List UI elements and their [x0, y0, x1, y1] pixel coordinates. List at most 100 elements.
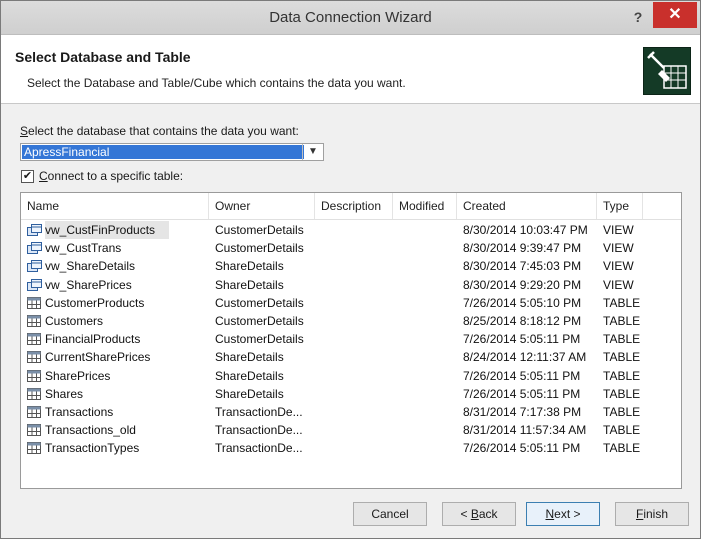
cell-modified [399, 439, 457, 457]
cell-type: VIEW [603, 241, 634, 256]
cell-modified [399, 385, 457, 403]
table-row[interactable]: vw_CustTrans CustomerDetails 8/30/2014 9:3… [21, 239, 681, 257]
cell-description [321, 385, 393, 403]
cell-created: 7/26/2014 5:05:11 PM [463, 386, 581, 401]
cell-created: 7/26/2014 5:05:11 PM [463, 332, 581, 347]
cell-name: TransactionTypes [45, 441, 140, 456]
cell-type: TABLE [603, 368, 641, 383]
specific-table-checkbox[interactable]: ✔ [21, 170, 34, 183]
help-button[interactable]: ? [625, 5, 651, 29]
close-button[interactable]: ✕ [653, 2, 697, 28]
column-header-name[interactable]: Name [21, 193, 209, 219]
cell-description [321, 421, 393, 439]
cell-modified [399, 403, 457, 421]
page-description: Select the Database and Table/Cube which… [27, 76, 406, 90]
table-row-view-icon [27, 242, 42, 255]
cell-created: 8/31/2014 7:17:38 PM [463, 405, 582, 419]
cell-type: VIEW [603, 277, 634, 292]
cell-modified [399, 348, 457, 366]
cell-owner: ShareDetails [215, 368, 284, 383]
table-row[interactable]: vw_CustFinProducts CustomerDetails 8/30/20… [21, 221, 681, 239]
table-row[interactable]: Transactions TransactionDe... 8/31/2014 7:… [21, 403, 681, 421]
database-select[interactable]: ApressFinancial ▼ [20, 143, 324, 161]
column-header-modified[interactable]: Modified [393, 193, 457, 219]
cell-description [321, 348, 393, 366]
cell-description [321, 221, 393, 239]
database-connection-icon [643, 47, 691, 95]
cell-created: 7/26/2014 5:05:11 PM [463, 441, 581, 456]
cell-created: 8/30/2014 9:29:20 PM [463, 277, 582, 292]
cell-description [321, 367, 393, 385]
cell-owner: ShareDetails [215, 277, 284, 292]
cell-type: TABLE [603, 295, 641, 310]
cell-created: 8/31/2014 11:57:34 AM [463, 423, 587, 438]
finish-button[interactable]: Finish [615, 502, 689, 526]
cell-type: VIEW [603, 223, 634, 237]
cell-owner: ShareDetails [215, 386, 284, 401]
cell-type: TABLE [603, 405, 641, 419]
cell-type: TABLE [603, 423, 641, 438]
title-bar[interactable]: Data Connection Wizard ? ✕ [1, 1, 700, 35]
table-row-table-icon [27, 387, 41, 400]
cell-name: vw_ShareDetails [45, 259, 136, 274]
cell-modified [399, 257, 457, 275]
table-row-view-icon [27, 224, 42, 236]
table-row-table-icon [27, 369, 41, 382]
cell-owner: CustomerDetails [215, 314, 304, 328]
cell-description [321, 330, 393, 348]
cell-name: vw_SharePrices [45, 277, 132, 292]
cell-name: Shares [45, 386, 84, 401]
cell-created: 7/26/2014 5:05:11 PM [463, 368, 581, 383]
cell-created: 8/24/2014 12:11:37 AM [463, 350, 587, 365]
cell-description [321, 294, 393, 312]
cell-description [321, 276, 393, 294]
cell-modified [399, 312, 457, 330]
cell-type: TABLE [603, 332, 641, 347]
table-row-table-icon [27, 315, 41, 327]
table-row[interactable]: Transactions_old TransactionDe... 8/31/201… [21, 421, 681, 439]
cell-owner: TransactionDe... [215, 423, 303, 438]
data-connection-wizard-window: Data Connection Wizard ? ✕ Select Databa… [0, 0, 701, 539]
cell-type: VIEW [603, 259, 634, 274]
table-row[interactable]: vw_SharePrices ShareDetails 8/30/2014 9:29… [21, 276, 681, 294]
cell-description [321, 312, 393, 330]
cell-modified [399, 421, 457, 439]
back-button[interactable]: < Back [442, 502, 516, 526]
column-header-created[interactable]: Created [457, 193, 597, 219]
table-row[interactable]: TransactionTypes TransactionDe... 7/26/201… [21, 439, 681, 457]
table-row[interactable]: CurrentSharePrices ShareDetails 8/24/2014 … [21, 348, 681, 366]
table-row-view-icon [27, 260, 42, 273]
table-row[interactable]: Shares ShareDetails 7/26/2014 5:05:11 PM TA… [21, 385, 681, 403]
cell-type: TABLE [603, 441, 641, 456]
table-row-table-icon [27, 351, 41, 364]
cell-owner: ShareDetails [215, 350, 284, 365]
next-button[interactable]: Next > [526, 502, 600, 526]
cell-owner: CustomerDetails [215, 241, 304, 256]
cell-owner: CustomerDetails [215, 223, 304, 237]
column-header-type[interactable]: Type [597, 193, 643, 219]
chevron-down-icon[interactable]: ▼ [302, 144, 323, 160]
table-row[interactable]: FinancialProducts CustomerDetails 7/26/201… [21, 330, 681, 348]
cell-modified [399, 367, 457, 385]
cell-description [321, 257, 393, 275]
database-label: Select the database that contains the da… [20, 124, 299, 138]
specific-table-label: Connect to a specific table: [39, 169, 184, 183]
cell-created: 7/26/2014 5:05:10 PM [463, 295, 582, 310]
table-row[interactable]: CustomerProducts CustomerDetails 7/26/2014… [21, 294, 681, 312]
cell-owner: CustomerDetails [215, 295, 304, 310]
cell-name: Transactions_old [45, 423, 136, 438]
table-row[interactable]: SharePrices ShareDetails 7/26/2014 5:05:11… [21, 367, 681, 385]
table-row-table-icon [27, 333, 41, 346]
cell-name: CustomerProducts [45, 295, 145, 310]
tables-list[interactable]: Name Owner Description Modified Created … [20, 192, 682, 489]
cell-modified [399, 239, 457, 257]
cancel-button[interactable]: Cancel [353, 502, 427, 526]
cell-owner: TransactionDe... [215, 405, 303, 419]
table-row[interactable]: vw_ShareDetails ShareDetails 8/30/2014 7:4… [21, 257, 681, 275]
column-header-owner[interactable]: Owner [209, 193, 315, 219]
column-header-description[interactable]: Description [315, 193, 393, 219]
cell-owner: CustomerDetails [215, 332, 304, 347]
table-row[interactable]: Customers CustomerDetails 8/25/2014 8:18:1… [21, 312, 681, 330]
cell-owner: TransactionDe... [215, 441, 303, 456]
cell-description [321, 239, 393, 257]
